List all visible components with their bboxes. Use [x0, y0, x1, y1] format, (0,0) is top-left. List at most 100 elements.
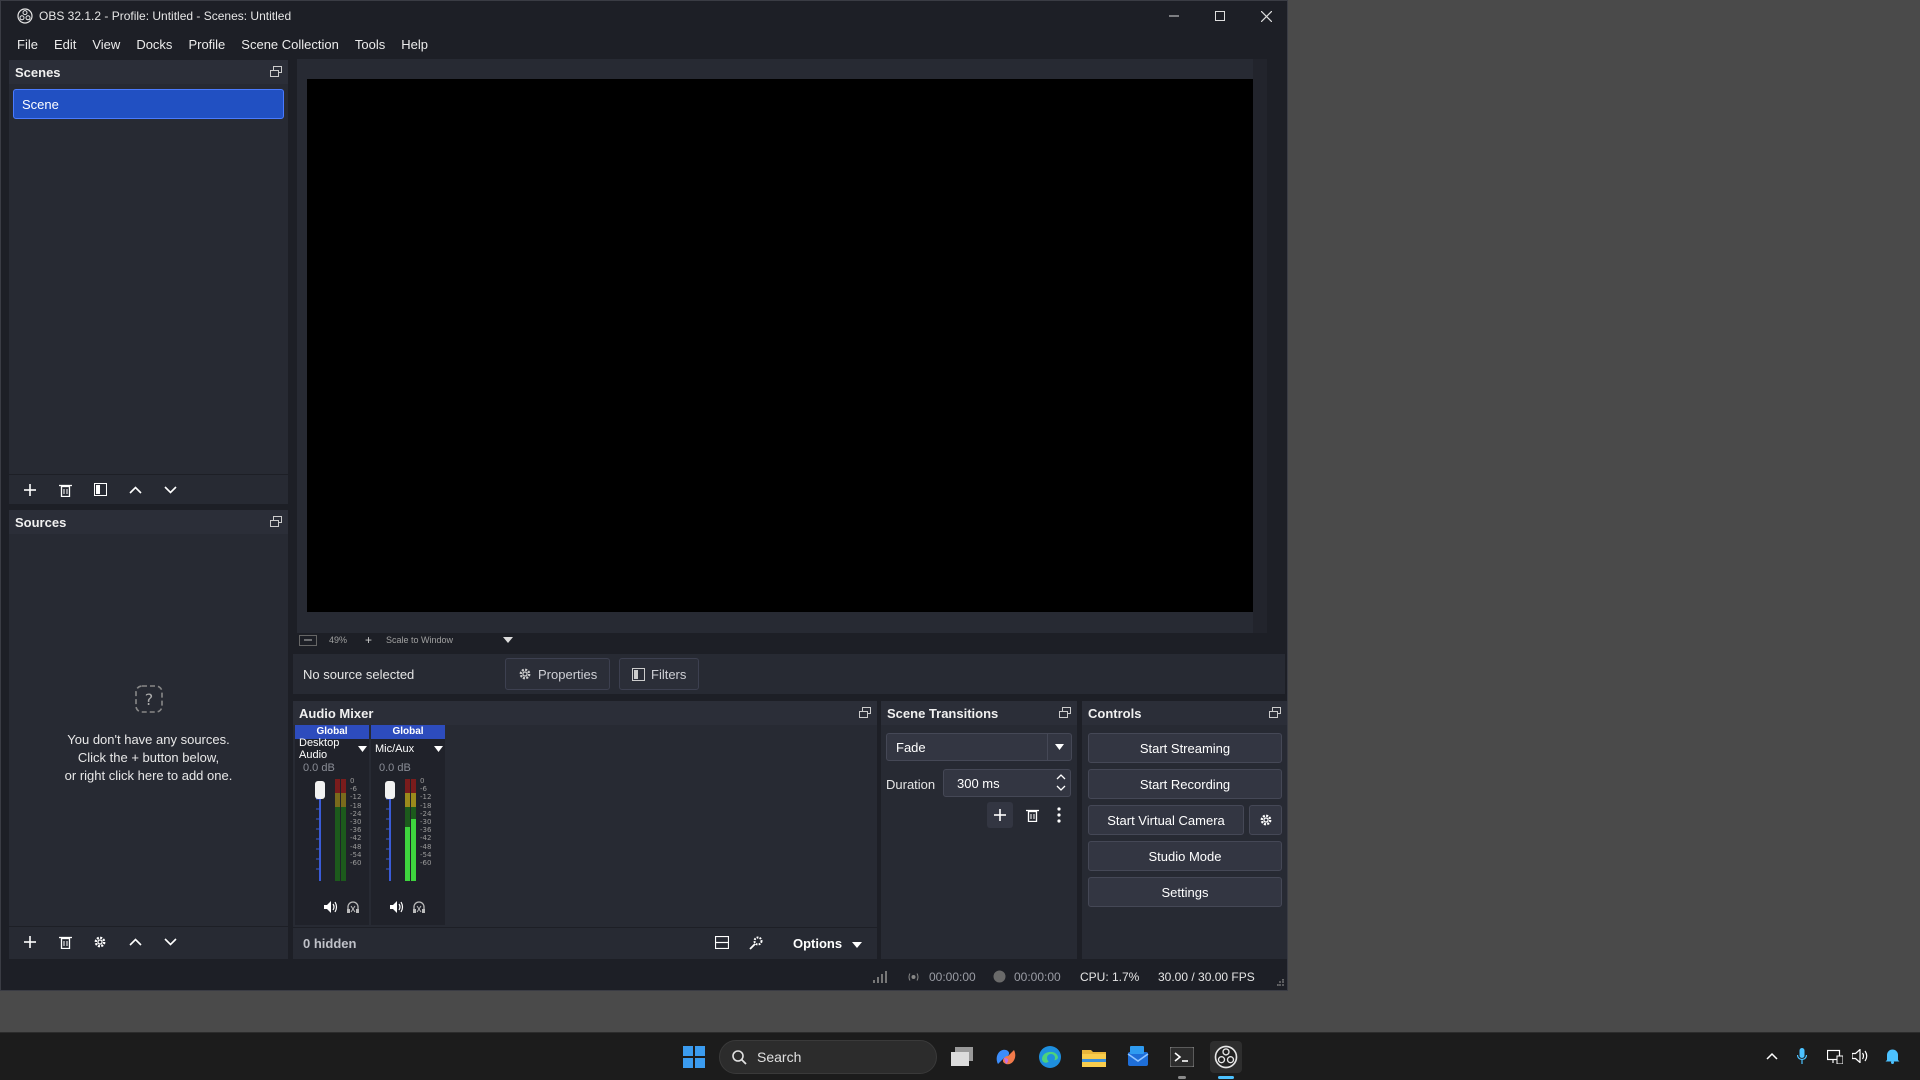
- no-source-label: No source selected: [303, 666, 415, 682]
- maximize-button[interactable]: [1197, 1, 1243, 31]
- filters-icon: [632, 667, 645, 681]
- speaker-icon[interactable]: [324, 901, 338, 913]
- network-icon[interactable]: [1827, 1049, 1843, 1064]
- options-button[interactable]: Options: [793, 936, 862, 951]
- meter-tick: -42: [350, 834, 362, 843]
- menu-bar: File Edit View Docks Profile Scene Colle…: [1, 31, 1287, 57]
- task-view-icon[interactable]: [946, 1041, 978, 1073]
- transition-select[interactable]: Fade: [886, 733, 1072, 761]
- preview-area: [297, 59, 1267, 633]
- hidden-count[interactable]: 0 hidden: [303, 936, 356, 951]
- meter-tick: -48: [420, 842, 432, 851]
- remove-source-button[interactable]: [50, 929, 80, 955]
- meter-tick: 0: [420, 777, 425, 785]
- add-scene-button[interactable]: [15, 477, 45, 503]
- chevron-down-icon[interactable]: [358, 746, 367, 752]
- undock-icon[interactable]: [270, 66, 282, 78]
- meter-tick: -18: [350, 801, 362, 810]
- zoom-level: 49%: [329, 635, 348, 645]
- copilot-icon[interactable]: [990, 1041, 1022, 1073]
- taskbar-search[interactable]: Search: [719, 1040, 937, 1074]
- source-properties-gear-icon[interactable]: [85, 929, 115, 955]
- scene-filters-button[interactable]: [85, 477, 115, 503]
- chevron-up-icon[interactable]: [1766, 1052, 1778, 1060]
- remove-transition-button[interactable]: [1019, 802, 1045, 828]
- filters-button[interactable]: Filters: [619, 658, 700, 690]
- scene-list-item[interactable]: Scene: [13, 89, 284, 119]
- undock-icon[interactable]: [859, 707, 871, 719]
- chevron-up-icon[interactable]: [1056, 773, 1066, 780]
- record-status-icon: [993, 970, 1006, 983]
- stream-status-icon: [907, 971, 920, 983]
- chevron-down-icon[interactable]: [503, 637, 514, 643]
- start-virtual-camera-button[interactable]: Start Virtual Camera: [1088, 805, 1244, 835]
- meter-tick: -18: [420, 801, 432, 810]
- advanced-audio-gear-icon[interactable]: [749, 936, 764, 950]
- minimize-button[interactable]: [1151, 1, 1197, 31]
- transition-more-icon[interactable]: [1049, 802, 1069, 828]
- network-signal-icon: [873, 971, 887, 983]
- add-source-button[interactable]: [15, 929, 45, 955]
- record-timer: 00:00:00: [1014, 970, 1061, 984]
- remove-scene-button[interactable]: [50, 477, 80, 503]
- menu-edit[interactable]: Edit: [46, 37, 84, 52]
- undock-icon[interactable]: [1269, 707, 1281, 719]
- monitor-headphones-icon[interactable]: [412, 901, 426, 914]
- fps-readout: 30.00 / 30.00 FPS: [1158, 970, 1255, 984]
- outlook-mail-icon[interactable]: [1122, 1041, 1154, 1073]
- zoom-in-button[interactable]: +: [365, 633, 372, 647]
- chevron-down-icon[interactable]: [1047, 734, 1071, 760]
- meter-tick: -6: [420, 785, 427, 794]
- preview-scrollbar[interactable]: [1253, 59, 1267, 633]
- add-transition-button[interactable]: [987, 802, 1013, 828]
- settings-button[interactable]: Settings: [1088, 877, 1282, 907]
- channel-name[interactable]: Mic/Aux: [371, 739, 445, 759]
- duration-spinbox[interactable]: 300 ms: [943, 769, 1071, 797]
- notification-bell-icon[interactable]: [1885, 1048, 1900, 1064]
- microphone-icon[interactable]: [1797, 1048, 1807, 1064]
- move-scene-up-button[interactable]: [120, 477, 150, 503]
- obs-taskbar-icon[interactable]: [1210, 1041, 1242, 1073]
- undock-icon[interactable]: [270, 516, 282, 528]
- move-source-up-button[interactable]: [120, 929, 150, 955]
- chevron-down-icon[interactable]: [1056, 785, 1066, 792]
- virtual-camera-settings-button[interactable]: [1249, 805, 1282, 835]
- start-streaming-button[interactable]: Start Streaming: [1088, 733, 1282, 763]
- menu-file[interactable]: File: [9, 37, 46, 52]
- duration-value: 300 ms: [957, 775, 1000, 791]
- channel-name[interactable]: Desktop Audio: [295, 737, 369, 761]
- meter-tick: -24: [350, 809, 362, 818]
- menu-help[interactable]: Help: [393, 37, 436, 52]
- resize-grip-icon[interactable]: [1277, 979, 1285, 987]
- obs-window: OBS 32.1.2 - Profile: Untitled - Scenes:…: [0, 0, 1288, 991]
- speaker-icon[interactable]: [390, 901, 404, 913]
- menu-profile[interactable]: Profile: [180, 37, 233, 52]
- monitor-headphones-icon[interactable]: [346, 901, 360, 914]
- start-recording-button[interactable]: Start Recording: [1088, 769, 1282, 799]
- chevron-down-icon[interactable]: [434, 746, 443, 752]
- menu-scene-collection[interactable]: Scene Collection: [233, 37, 347, 52]
- properties-button[interactable]: Properties: [505, 658, 611, 690]
- volume-icon[interactable]: [1852, 1049, 1869, 1063]
- zoom-out-button[interactable]: [299, 634, 317, 646]
- menu-tools[interactable]: Tools: [347, 37, 393, 52]
- menu-view[interactable]: View: [84, 37, 128, 52]
- studio-mode-button[interactable]: Studio Mode: [1088, 841, 1282, 871]
- channel-name-label: Mic/Aux: [375, 743, 415, 755]
- search-label: Search: [757, 1049, 802, 1065]
- undock-icon[interactable]: [1059, 707, 1071, 719]
- preview-canvas[interactable]: [307, 79, 1257, 612]
- edge-browser-icon[interactable]: [1034, 1041, 1066, 1073]
- mixer-layout-icon[interactable]: [715, 936, 729, 949]
- terminal-icon[interactable]: [1166, 1041, 1198, 1073]
- file-explorer-icon[interactable]: [1078, 1041, 1110, 1073]
- move-scene-down-button[interactable]: [155, 477, 185, 503]
- scale-mode-select[interactable]: Scale to Window: [386, 635, 453, 645]
- sources-empty-line2: Click the + button below,: [77, 750, 220, 765]
- move-source-down-button[interactable]: [155, 929, 185, 955]
- properties-label: Properties: [538, 666, 598, 682]
- start-windows-icon[interactable]: [678, 1041, 710, 1073]
- menu-docks[interactable]: Docks: [128, 37, 180, 52]
- close-button[interactable]: [1243, 1, 1289, 31]
- sources-empty-line3: or right click here to add one.: [64, 768, 233, 783]
